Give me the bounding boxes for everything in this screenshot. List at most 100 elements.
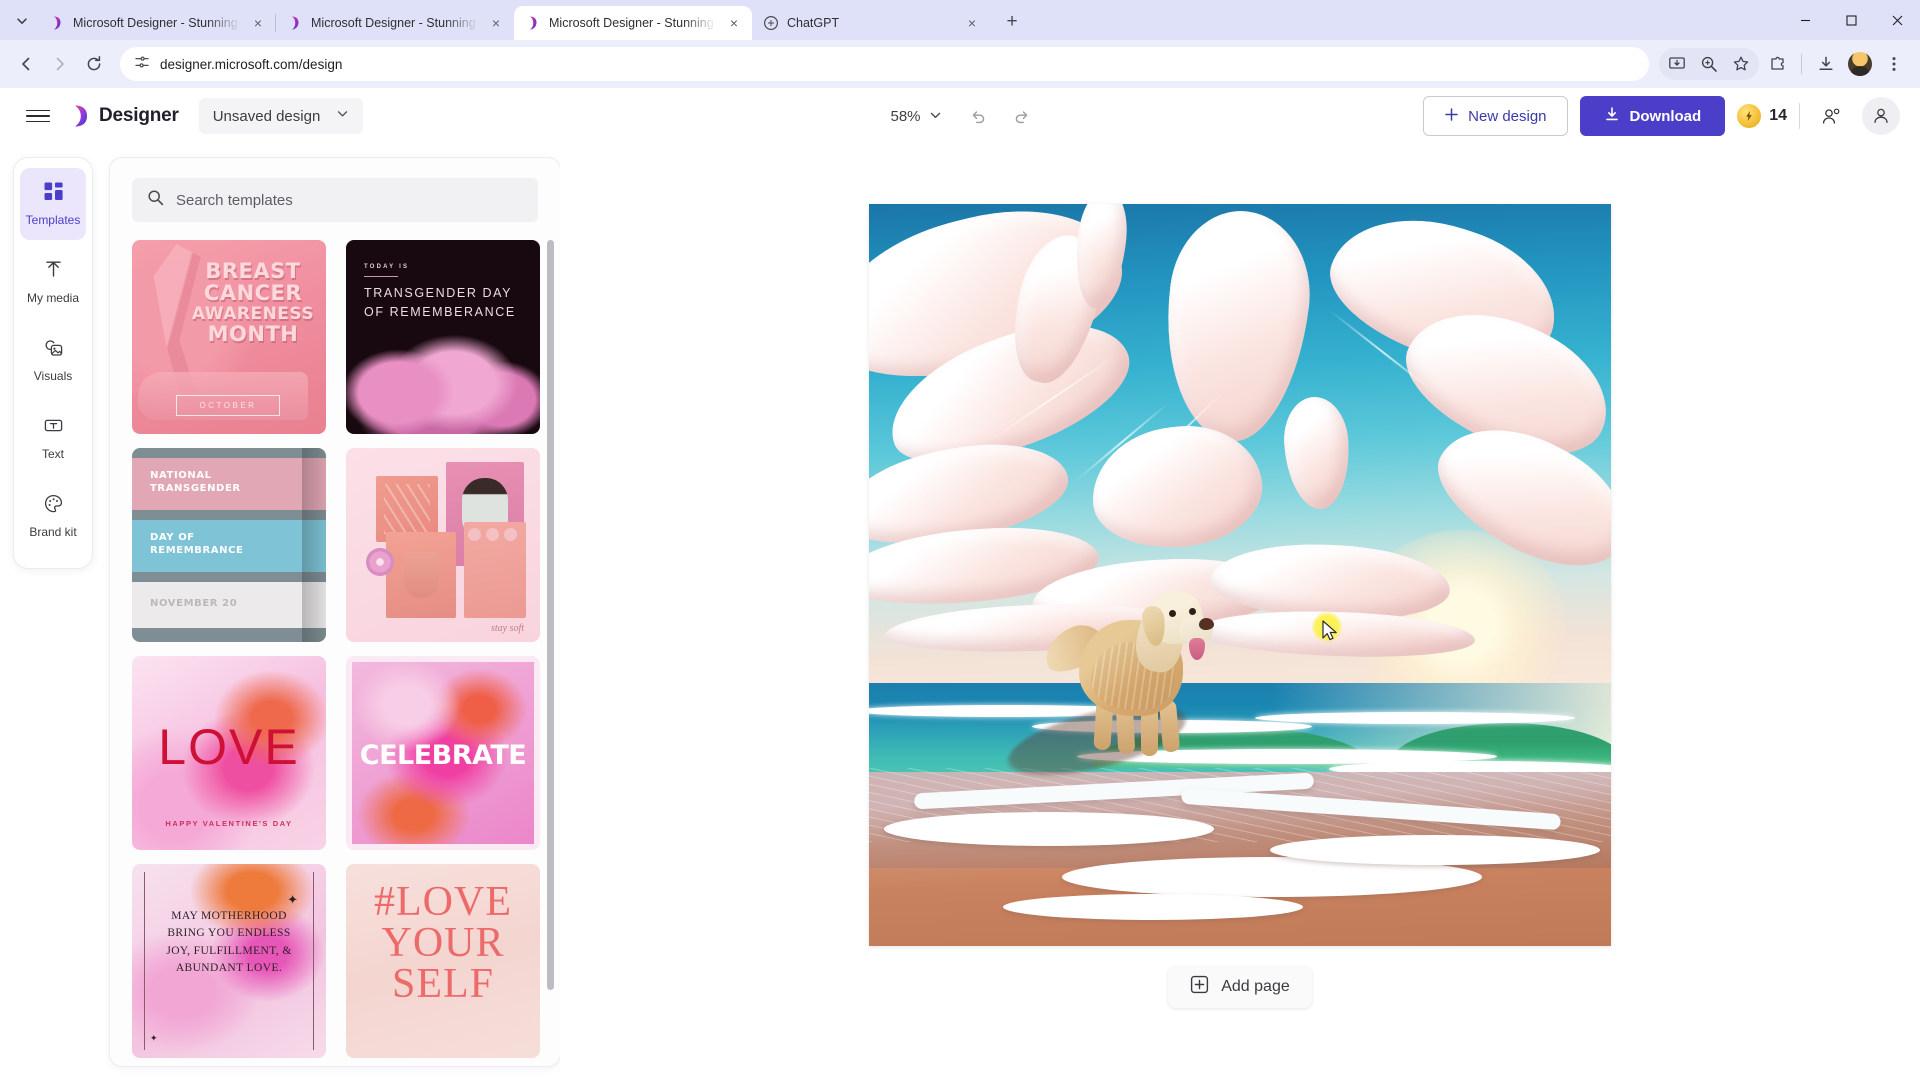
redo-icon[interactable] xyxy=(1005,99,1039,133)
template-card-national-transgender-day-of-remembrance[interactable]: NATIONAL TRANSGENDER DAY OF REMEMBRANCE … xyxy=(132,448,326,642)
template-kicker: TODAY IS xyxy=(364,264,410,270)
new-design-button[interactable]: New design xyxy=(1423,96,1568,136)
template-subtitle: HAPPY VALENTINE'S DAY xyxy=(165,819,293,828)
template-card-love-yourself[interactable]: #LOVE YOUR SELF xyxy=(346,864,540,1058)
template-card-transgender-day-of-rememberance[interactable]: TODAY IS TRANSGENDER DAY OF REMEMBERANCE xyxy=(346,240,540,434)
browser-tab-3-active[interactable]: Microsoft Designer - Stunning d × xyxy=(514,6,752,40)
chevron-down-icon xyxy=(930,108,942,125)
hamburger-icon[interactable] xyxy=(20,98,56,134)
dog-tongue xyxy=(1189,637,1206,660)
tab-close-icon[interactable]: × xyxy=(724,13,744,33)
credits-indicator[interactable]: 14 xyxy=(1737,104,1787,128)
designer-favicon xyxy=(525,15,541,31)
designer-header: Designer Unsaved design 58% New design D… xyxy=(0,88,1920,144)
tune-icon[interactable] xyxy=(134,54,150,75)
template-title: #LOVE YOUR SELF xyxy=(374,879,512,1008)
chatgpt-favicon xyxy=(763,15,779,31)
plus-square-icon xyxy=(1190,975,1209,999)
window-close-button[interactable] xyxy=(1874,0,1920,40)
add-page-wrapper: Add page xyxy=(1168,966,1312,1008)
sea-foam xyxy=(1002,894,1303,921)
tab-title: Microsoft Designer - Stunning d xyxy=(549,16,716,30)
tab-close-icon[interactable]: × xyxy=(486,13,506,33)
sidebar-item-text[interactable]: Text xyxy=(20,402,86,474)
zoom-controls: 58% xyxy=(881,99,1038,133)
template-card-celebrate[interactable]: CELEBRATE xyxy=(346,656,540,850)
tab-close-icon[interactable]: × xyxy=(248,13,268,33)
address-bar[interactable]: designer.microsoft.com/design xyxy=(120,47,1649,81)
template-title: CELEBRATE xyxy=(359,740,527,771)
designer-favicon xyxy=(49,15,65,31)
sidebar-item-templates[interactable]: Templates xyxy=(20,168,86,240)
header-divider xyxy=(1799,103,1800,129)
templates-scroll-area[interactable]: BREAST CANCER AWARENESS MONTH OCTOBER TO… xyxy=(110,232,560,1066)
designer-body: Templates My media Visuals Text Brand ki… xyxy=(0,144,1920,1080)
new-tab-button[interactable]: + xyxy=(998,8,1026,36)
browser-tab-1[interactable]: Microsoft Designer - Stunning d × xyxy=(38,6,276,40)
sidebar-item-brand-kit[interactable]: Brand kit xyxy=(20,480,86,552)
design-artboard[interactable] xyxy=(869,204,1611,946)
forward-arrow-icon[interactable] xyxy=(44,48,76,80)
browser-chrome: Microsoft Designer - Stunning d × Micros… xyxy=(0,0,1920,88)
browser-tab-2[interactable]: Microsoft Designer - Stunning d × xyxy=(275,6,514,40)
tab-search-chevron-down-icon[interactable] xyxy=(8,7,36,35)
grid-squares-icon xyxy=(43,181,64,207)
tab-strip: Microsoft Designer - Stunning d × Micros… xyxy=(0,0,1920,40)
extensions-puzzle-icon[interactable] xyxy=(1761,48,1793,80)
shadow-decoration xyxy=(302,448,326,642)
sidebar-item-label: Brand kit xyxy=(29,525,77,539)
add-page-button[interactable]: Add page xyxy=(1168,966,1312,1008)
template-card-stay-soft-moodboard[interactable]: stay soft xyxy=(346,448,540,642)
avatar xyxy=(1848,52,1872,76)
template-title: LOVE xyxy=(158,719,300,775)
text-box-icon xyxy=(43,415,64,441)
sidebar-item-label: Templates xyxy=(25,213,81,227)
templates-grid: BREAST CANCER AWARENESS MONTH OCTOBER TO… xyxy=(132,240,546,1058)
sparkle-icon: ✦ xyxy=(287,892,298,907)
image-shapes-icon xyxy=(43,337,64,363)
omnibox-action-pill xyxy=(1659,48,1759,80)
download-arrow-icon xyxy=(1604,106,1620,126)
bookmark-star-icon[interactable] xyxy=(1725,48,1757,80)
template-line-1: NATIONAL TRANSGENDER xyxy=(150,470,241,494)
browser-toolbar-actions xyxy=(1659,48,1910,80)
sidebar-item-my-media[interactable]: My media xyxy=(20,246,86,318)
share-people-icon[interactable] xyxy=(1812,97,1850,135)
canvas-area[interactable]: Add page xyxy=(560,144,1920,1080)
peony-flower-decoration xyxy=(346,330,540,434)
dog-nose xyxy=(1199,617,1215,630)
browser-tab-4[interactable]: ChatGPT × xyxy=(752,6,990,40)
install-app-icon[interactable] xyxy=(1661,48,1693,80)
template-title: TRANSGENDER DAY OF REMEMBERANCE xyxy=(364,286,516,319)
zoom-icon[interactable] xyxy=(1693,48,1725,80)
search-templates-box[interactable] xyxy=(132,178,538,222)
document-name: Unsaved design xyxy=(212,107,321,125)
brand-name: Designer xyxy=(99,105,179,126)
account-person-icon[interactable] xyxy=(1862,97,1900,135)
document-name-chip[interactable]: Unsaved design xyxy=(198,98,364,134)
undo-icon[interactable] xyxy=(961,99,995,133)
dog-eye xyxy=(1169,609,1177,617)
download-label: Download xyxy=(1629,107,1702,125)
window-minimize-button[interactable] xyxy=(1782,0,1828,40)
zoom-level-dropdown[interactable]: 58% xyxy=(881,103,950,130)
tab-title: ChatGPT xyxy=(787,16,840,30)
template-card-breast-cancer-awareness-month[interactable]: BREAST CANCER AWARENESS MONTH OCTOBER xyxy=(132,240,326,434)
browser-toolbar: designer.microsoft.com/design xyxy=(0,40,1920,88)
search-input[interactable] xyxy=(176,191,523,209)
designer-brand[interactable]: Designer xyxy=(68,104,179,128)
sidebar-item-visuals[interactable]: Visuals xyxy=(20,324,86,396)
window-maximize-button[interactable] xyxy=(1828,0,1874,40)
templates-scrollbar[interactable] xyxy=(547,240,554,990)
template-card-may-motherhood[interactable]: ✦ ✦ MAY MOTHERHOOD BRING YOU ENDLESS JOY… xyxy=(132,864,326,1058)
tab-close-icon[interactable]: × xyxy=(962,13,982,33)
download-button[interactable]: Download xyxy=(1579,96,1726,136)
frame-line-left xyxy=(144,872,145,1050)
reload-icon[interactable] xyxy=(78,48,110,80)
golden-retriever-dog xyxy=(1000,589,1221,787)
profile-avatar-icon[interactable] xyxy=(1844,48,1876,80)
back-arrow-icon[interactable] xyxy=(10,48,42,80)
downloads-icon[interactable] xyxy=(1810,48,1842,80)
template-card-love-valentines[interactable]: LOVE HAPPY VALENTINE'S DAY xyxy=(132,656,326,850)
more-menu-icon[interactable] xyxy=(1878,48,1910,80)
